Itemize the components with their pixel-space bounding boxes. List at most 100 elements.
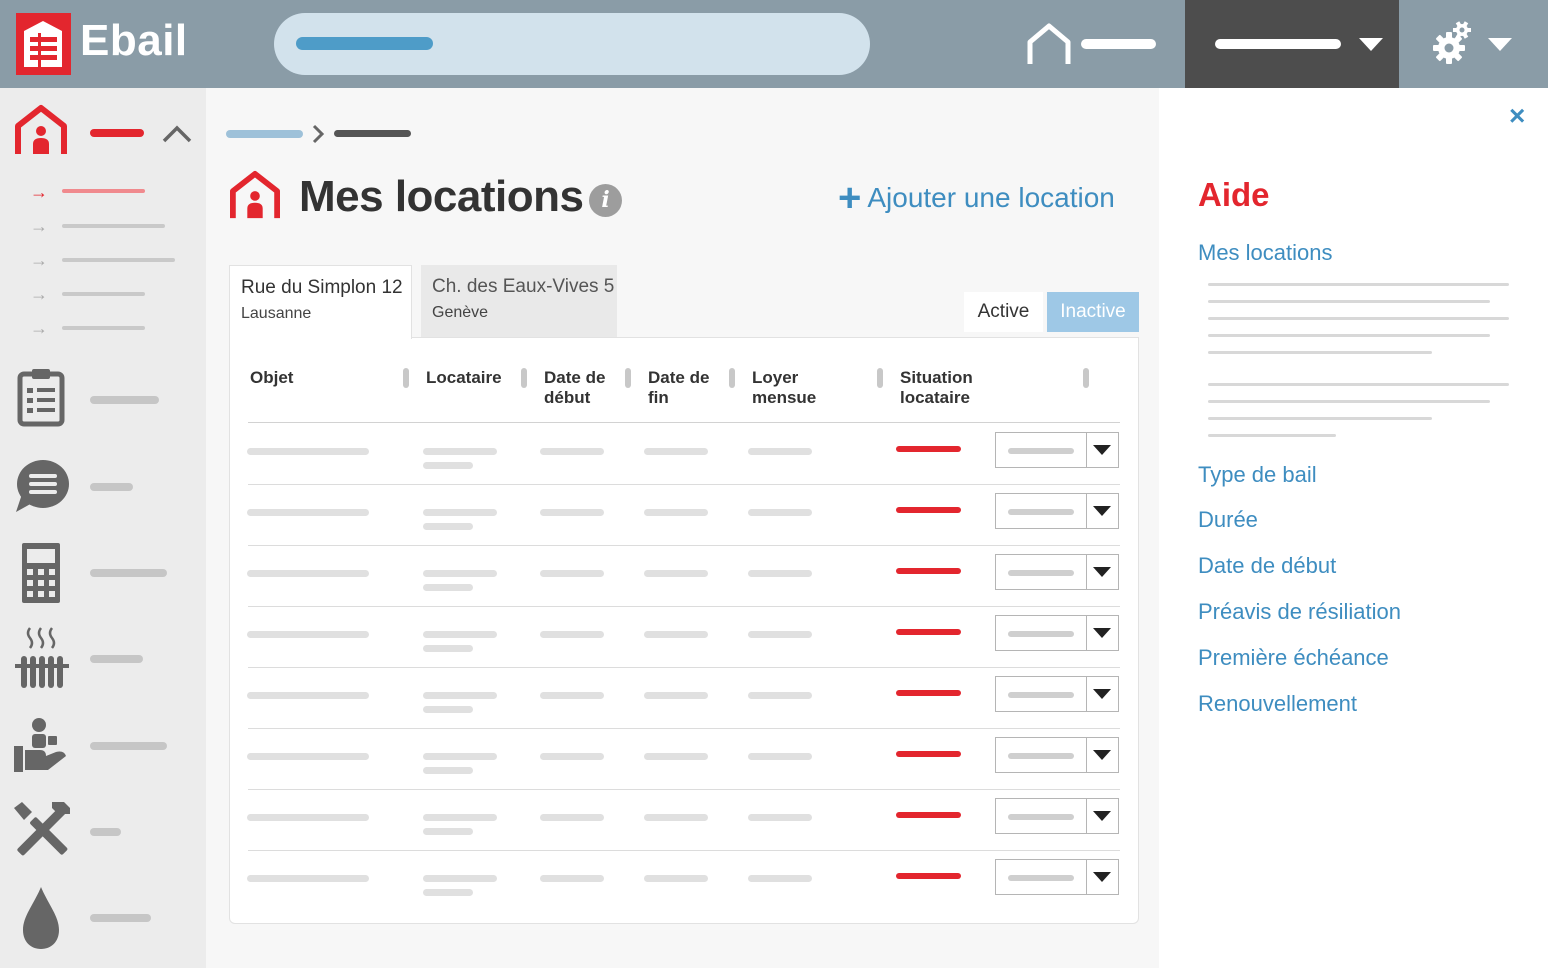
help-link-renouvellement[interactable]: Renouvellement xyxy=(1198,691,1357,717)
table-row[interactable] xyxy=(230,851,1138,912)
table-row[interactable] xyxy=(230,729,1138,790)
chevron-down-icon xyxy=(1093,445,1111,455)
column-header-situation[interactable]: Situation locataire xyxy=(900,368,990,408)
cell-placeholder xyxy=(423,828,473,835)
sidebar-subitem[interactable] xyxy=(62,292,145,296)
table-row[interactable] xyxy=(230,607,1138,668)
sidebar-item-label[interactable] xyxy=(90,483,133,491)
chat-icon[interactable] xyxy=(12,458,72,514)
row-action-select[interactable] xyxy=(995,676,1119,712)
sidebar-section-label[interactable] xyxy=(90,129,144,137)
help-text-line xyxy=(1208,351,1432,354)
table-row[interactable] xyxy=(230,485,1138,546)
row-action-select[interactable] xyxy=(995,798,1119,834)
tab-property-1[interactable]: Rue du Simplon 12 Lausanne xyxy=(229,265,412,339)
cell-placeholder xyxy=(423,584,473,591)
gear-icon[interactable] xyxy=(1431,20,1471,66)
sidebar-subitem-active[interactable] xyxy=(62,189,145,193)
row-action-select[interactable] xyxy=(995,493,1119,529)
sidebar-item-label[interactable] xyxy=(90,569,167,577)
filter-inactive-button[interactable]: Inactive xyxy=(1047,292,1139,332)
column-resize-handle[interactable] xyxy=(1083,368,1089,388)
heating-icon[interactable] xyxy=(12,626,70,690)
breadcrumb-current xyxy=(334,130,411,137)
sidebar-item-label[interactable] xyxy=(90,914,151,922)
status-indicator xyxy=(896,812,961,818)
column-header-date-debut[interactable]: Date de début xyxy=(544,368,614,408)
app-name: Ebail xyxy=(80,16,188,65)
calculator-icon[interactable] xyxy=(12,541,70,605)
sidebar-item-label[interactable] xyxy=(90,742,167,750)
cell-placeholder xyxy=(247,692,369,699)
sidebar-item-label[interactable] xyxy=(90,828,121,836)
row-action-select[interactable] xyxy=(995,554,1119,590)
cell-placeholder xyxy=(423,448,497,455)
handover-icon[interactable] xyxy=(12,716,70,774)
sidebar-subitem[interactable] xyxy=(62,326,145,330)
help-link-preavis[interactable]: Préavis de résiliation xyxy=(1198,599,1401,625)
cell-placeholder xyxy=(247,631,369,638)
column-resize-handle[interactable] xyxy=(403,368,409,388)
close-icon[interactable]: × xyxy=(1509,102,1525,130)
help-link-premiere-echeance[interactable]: Première échéance xyxy=(1198,645,1389,671)
search-input[interactable] xyxy=(274,13,870,75)
cell-placeholder xyxy=(540,631,604,638)
column-resize-handle[interactable] xyxy=(625,368,631,388)
column-header-date-fin[interactable]: Date de fin xyxy=(648,368,718,408)
breadcrumb-link[interactable] xyxy=(226,130,303,138)
row-action-select[interactable] xyxy=(995,737,1119,773)
help-link-duree[interactable]: Durée xyxy=(1198,507,1258,533)
column-header-objet[interactable]: Objet xyxy=(250,368,293,388)
tools-icon[interactable] xyxy=(12,800,72,860)
select-value xyxy=(1008,448,1074,454)
sidebar-subitem[interactable] xyxy=(62,258,175,262)
status-indicator xyxy=(896,873,961,879)
table-row[interactable] xyxy=(230,424,1138,485)
table-row[interactable] xyxy=(230,546,1138,607)
water-drop-icon[interactable] xyxy=(12,884,70,952)
help-link-date-de-debut[interactable]: Date de début xyxy=(1198,553,1336,579)
sidebar-item-label[interactable] xyxy=(90,655,143,663)
cell-placeholder xyxy=(644,753,708,760)
row-action-select[interactable] xyxy=(995,432,1119,468)
help-link-type-de-bail[interactable]: Type de bail xyxy=(1198,462,1317,488)
tab-title: Ch. des Eaux-Vives 5 xyxy=(432,276,615,297)
help-link-mes-locations[interactable]: Mes locations xyxy=(1198,240,1333,266)
select-value xyxy=(1008,509,1074,515)
rental-home-icon[interactable] xyxy=(14,104,68,156)
cell-placeholder xyxy=(423,889,473,896)
row-action-select[interactable] xyxy=(995,615,1119,651)
column-header-loyer[interactable]: Loyer mensue xyxy=(752,368,832,408)
add-rental-button[interactable]: + Ajouter une location xyxy=(838,176,1115,221)
row-action-select[interactable] xyxy=(995,859,1119,895)
table-row[interactable] xyxy=(230,790,1138,851)
column-resize-handle[interactable] xyxy=(521,368,527,388)
cell-placeholder xyxy=(644,448,708,455)
clipboard-icon[interactable] xyxy=(12,366,70,428)
info-icon[interactable]: i xyxy=(589,184,622,217)
help-text-line xyxy=(1208,400,1490,403)
column-resize-handle[interactable] xyxy=(729,368,735,388)
select-divider xyxy=(1086,738,1087,772)
status-indicator xyxy=(896,690,961,696)
chevron-up-icon[interactable] xyxy=(161,124,193,144)
table-row[interactable] xyxy=(230,668,1138,729)
cell-placeholder xyxy=(644,692,708,699)
tab-property-2[interactable]: Ch. des Eaux-Vives 5 Genève xyxy=(421,265,617,337)
column-resize-handle[interactable] xyxy=(877,368,883,388)
select-value xyxy=(1008,753,1074,759)
sidebar-item-label[interactable] xyxy=(90,396,159,404)
sidebar-subitem[interactable] xyxy=(62,224,165,228)
cell-placeholder xyxy=(644,875,708,882)
select-value xyxy=(1008,631,1074,637)
ebail-logo-icon[interactable] xyxy=(16,13,71,75)
filter-active-button[interactable]: Active xyxy=(964,292,1043,332)
cell-placeholder xyxy=(247,753,369,760)
help-text-line xyxy=(1208,317,1509,320)
chevron-down-icon[interactable] xyxy=(1488,38,1512,52)
column-header-locataire[interactable]: Locataire xyxy=(426,368,502,388)
home-link-label[interactable] xyxy=(1081,39,1156,49)
home-icon[interactable] xyxy=(1026,22,1072,71)
user-menu[interactable] xyxy=(1185,0,1399,88)
select-value xyxy=(1008,814,1074,820)
